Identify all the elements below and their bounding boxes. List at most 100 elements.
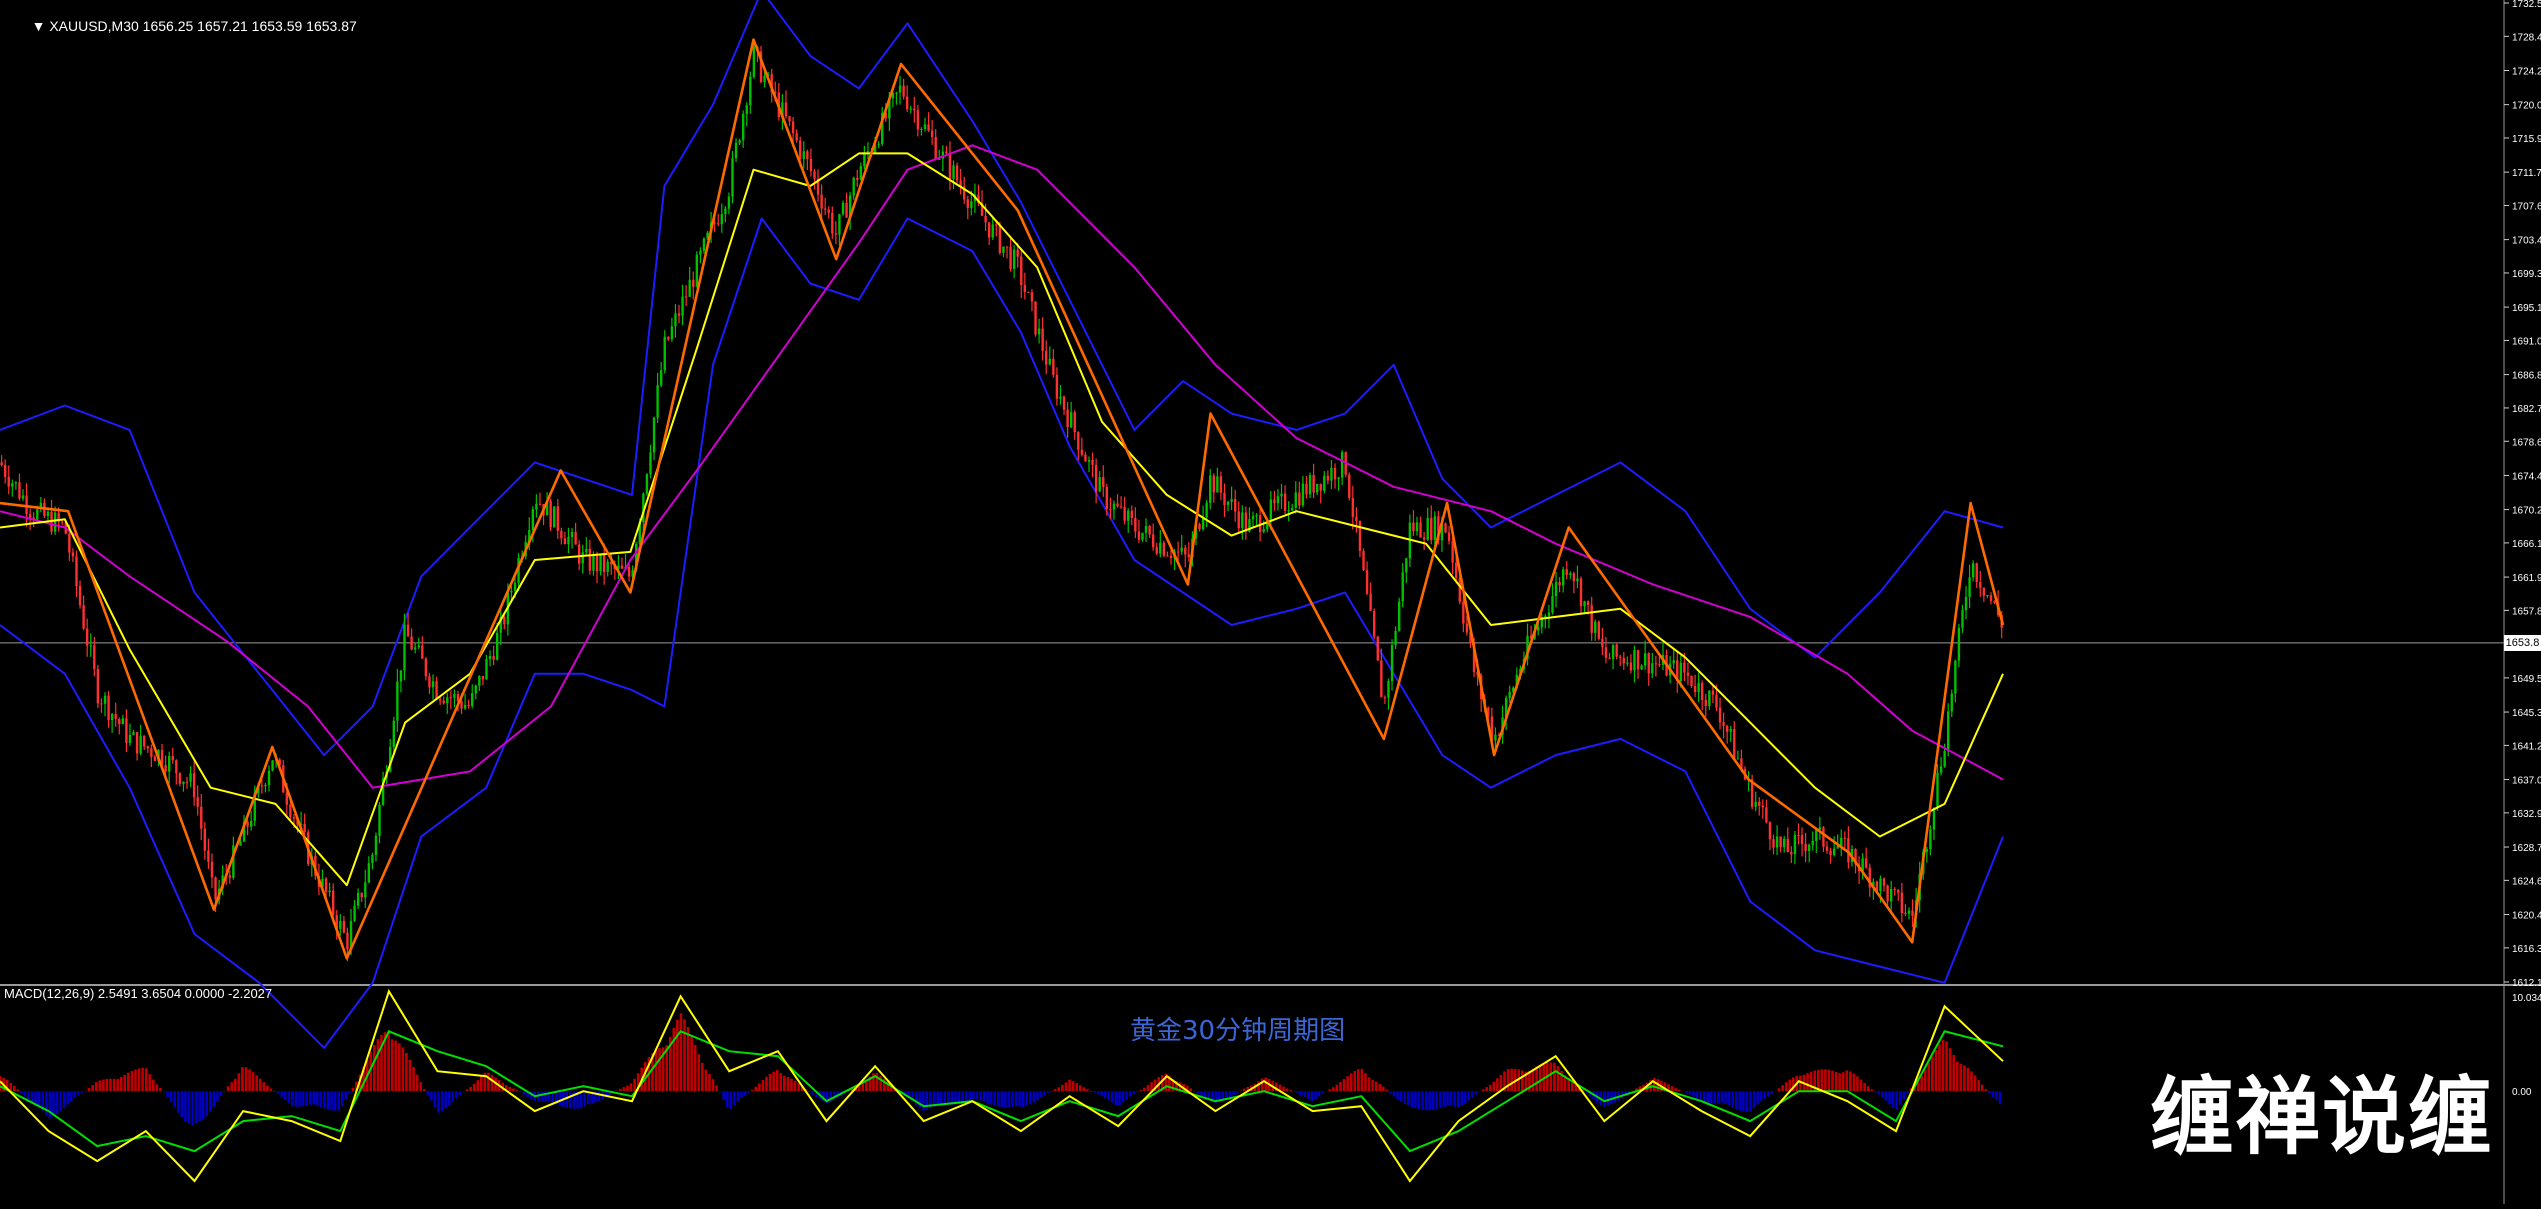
candle-body bbox=[1790, 851, 1793, 855]
macd-histogram-bar bbox=[1652, 1077, 1656, 1092]
macd-histogram-bar bbox=[943, 1091, 947, 1105]
candle-body bbox=[681, 296, 684, 316]
candle-body bbox=[1016, 249, 1019, 257]
price-tick-label: 1720.0 bbox=[2512, 101, 2541, 112]
macd-histogram-bar bbox=[1499, 1074, 1503, 1092]
candle-body bbox=[410, 636, 413, 650]
macd-histogram-bar bbox=[1125, 1091, 1128, 1100]
macd-histogram-bar bbox=[1849, 1071, 1852, 1092]
macd-histogram-bar bbox=[522, 1091, 526, 1095]
macd-histogram-bar bbox=[27, 1091, 30, 1100]
macd-histogram-bar bbox=[422, 1089, 426, 1092]
macd-histogram-bar bbox=[119, 1076, 123, 1092]
candle-body bbox=[18, 482, 21, 499]
macd-histogram-bar bbox=[105, 1079, 109, 1092]
candle-body bbox=[1073, 412, 1076, 433]
candle-body bbox=[1355, 516, 1358, 521]
macd-histogram-bar bbox=[1970, 1071, 1973, 1092]
candle-body bbox=[984, 215, 987, 223]
macd-histogram-bar bbox=[102, 1079, 105, 1092]
macd-histogram-bar bbox=[1446, 1091, 1449, 1106]
candle-body bbox=[898, 85, 902, 93]
candle-body bbox=[1262, 528, 1265, 532]
candle-body bbox=[1066, 409, 1069, 428]
macd-histogram-bar bbox=[747, 1091, 750, 1093]
macd-histogram-bar bbox=[451, 1091, 455, 1103]
candle-body bbox=[367, 863, 371, 883]
macd-histogram-bar bbox=[1478, 1091, 1481, 1092]
macd-histogram-bar bbox=[1050, 1090, 1054, 1092]
macd-histogram-bar bbox=[37, 1091, 41, 1107]
chart-subtitle: 黄金30分钟周期图 bbox=[1130, 1016, 1346, 1046]
candle-body bbox=[1829, 850, 1832, 856]
price-tick-label: 1649.5 bbox=[2512, 674, 2541, 685]
candle-body bbox=[467, 704, 470, 706]
candle-body bbox=[549, 500, 552, 528]
candle-body bbox=[1733, 729, 1736, 759]
macd-histogram-bar bbox=[693, 1044, 697, 1092]
candle-body bbox=[1604, 647, 1608, 658]
macd-histogram-bar bbox=[783, 1076, 786, 1092]
macd-histogram-bar bbox=[968, 1091, 972, 1101]
candle-body bbox=[1882, 878, 1886, 886]
macd-histogram-bar bbox=[1988, 1091, 1991, 1094]
candle-body bbox=[1729, 729, 1732, 732]
candle-body bbox=[1679, 662, 1683, 681]
macd-histogram-bar bbox=[1549, 1062, 1553, 1092]
candle-body bbox=[1037, 328, 1041, 335]
macd-histogram-bar bbox=[1952, 1055, 1956, 1092]
macd-histogram-bar bbox=[1128, 1091, 1132, 1097]
candle-body bbox=[838, 214, 841, 235]
candle-body bbox=[403, 624, 406, 671]
collapse-triangle-icon[interactable]: ▼ bbox=[32, 18, 50, 34]
candle-body bbox=[1465, 623, 1469, 633]
candle-body bbox=[585, 548, 588, 553]
price-tick-label: 1657.8 bbox=[2512, 606, 2541, 617]
candle-body bbox=[745, 105, 748, 115]
macd-histogram-bar bbox=[1991, 1091, 1995, 1098]
macd-histogram-bar bbox=[1421, 1091, 1424, 1110]
candle-body bbox=[1280, 493, 1283, 497]
macd-histogram-bar bbox=[1731, 1091, 1734, 1108]
candle-body bbox=[927, 124, 930, 131]
candle-body bbox=[175, 760, 178, 774]
macd-histogram-bar bbox=[1784, 1082, 1788, 1092]
candle-body bbox=[1223, 492, 1226, 505]
macd-histogram-bar bbox=[141, 1067, 144, 1092]
candle-body bbox=[1291, 507, 1294, 511]
macd-histogram-bar bbox=[241, 1067, 244, 1092]
price-tick-label: 1695.1 bbox=[2512, 303, 2541, 314]
candle-body bbox=[966, 199, 969, 208]
macd-histogram-bar bbox=[1121, 1091, 1125, 1103]
candle-body bbox=[1134, 518, 1137, 532]
macd-histogram-bar bbox=[130, 1070, 134, 1092]
candle-body bbox=[1148, 526, 1151, 535]
macd-histogram-bar bbox=[1763, 1091, 1767, 1099]
candle-body bbox=[902, 85, 905, 97]
candle-body bbox=[923, 124, 927, 130]
macd-histogram-bar bbox=[1959, 1063, 1963, 1092]
macd-histogram-bar bbox=[512, 1088, 515, 1092]
candle-body bbox=[1077, 432, 1080, 450]
macd-histogram-bar bbox=[308, 1091, 312, 1105]
macd-histogram-bar bbox=[1677, 1089, 1681, 1092]
macd-histogram-bar bbox=[1007, 1091, 1011, 1108]
macd-histogram-bar bbox=[1870, 1089, 1874, 1092]
candle-body bbox=[71, 552, 75, 557]
candle-body bbox=[738, 140, 741, 143]
macd-histogram-bar bbox=[936, 1091, 939, 1105]
macd-histogram-bar bbox=[376, 1039, 380, 1092]
candle-body bbox=[930, 130, 934, 138]
candle-body bbox=[827, 209, 830, 213]
candle-body bbox=[845, 202, 848, 218]
candle-body bbox=[948, 153, 952, 179]
candle-body bbox=[1326, 475, 1330, 481]
price-tick-label: 1612.1 bbox=[2512, 978, 2541, 989]
candle-body bbox=[513, 582, 517, 591]
candle-body bbox=[61, 521, 64, 523]
candle-body bbox=[852, 177, 855, 196]
candle-body bbox=[1836, 846, 1839, 849]
macd-histogram-bar bbox=[1435, 1091, 1439, 1110]
candle-body bbox=[1597, 621, 1601, 639]
macd-histogram-bar bbox=[1884, 1091, 1888, 1101]
